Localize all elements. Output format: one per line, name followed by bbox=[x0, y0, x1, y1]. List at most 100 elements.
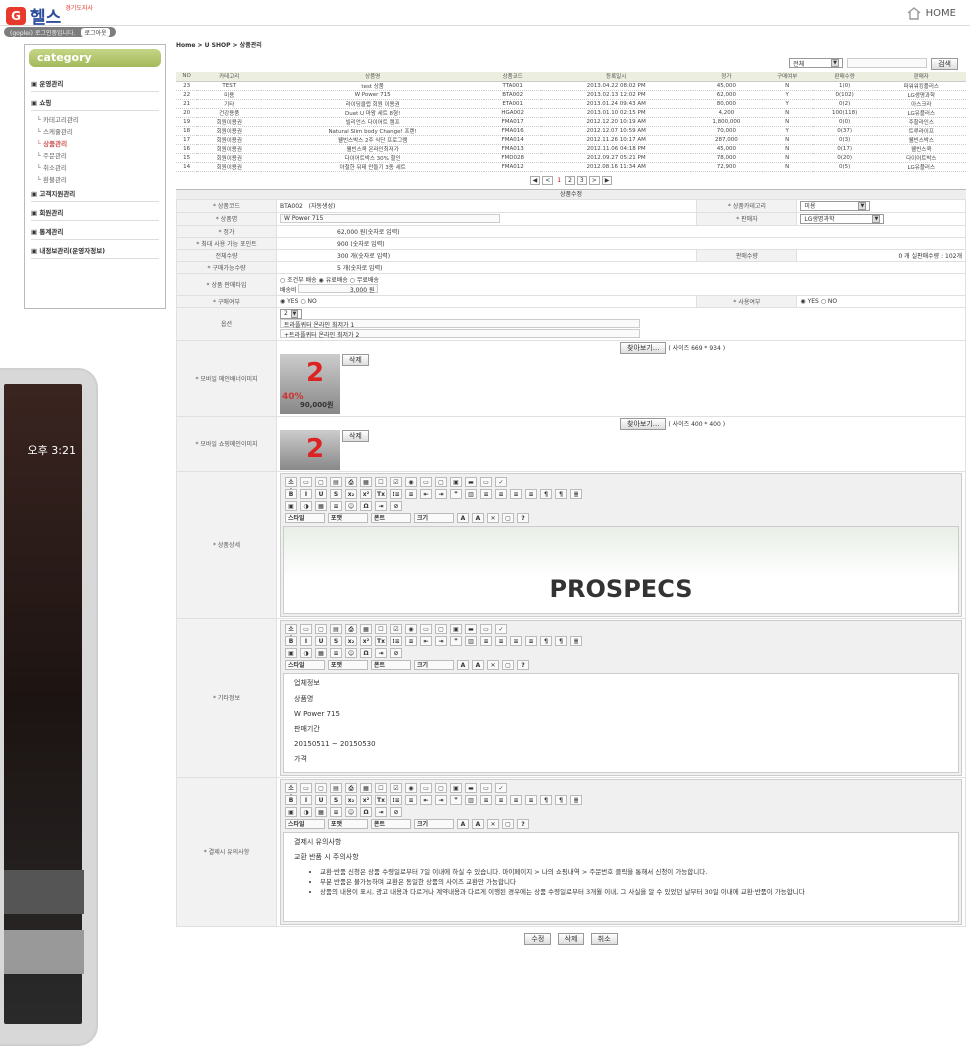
toolbar-button[interactable]: A bbox=[457, 512, 469, 523]
sidebar-group[interactable]: ▣ 내정보관리(운영자정보) bbox=[31, 242, 159, 259]
toolbar-button[interactable]: ☑ bbox=[390, 782, 402, 793]
toolbar-button[interactable]: ▢ bbox=[435, 623, 447, 634]
toolbar-button[interactable]: ≡ bbox=[330, 500, 342, 511]
toolbar-button[interactable]: B bbox=[285, 635, 297, 646]
toolbar-button[interactable]: Ω bbox=[360, 500, 372, 511]
name-input[interactable]: W Power 715 bbox=[280, 214, 500, 223]
etc-content[interactable]: 업체정보 상품명 W Power 715 판매기간 20150511 ~ 2015053… bbox=[283, 672, 959, 773]
option-input-1[interactable]: 트라플퀴터 온라인 최저가 1 bbox=[280, 318, 640, 329]
search-filter-select[interactable]: 전체 ▼ bbox=[789, 58, 844, 68]
toolbar-button[interactable]: ⇥ bbox=[375, 806, 387, 817]
toolbar-button[interactable]: ≣ bbox=[570, 488, 582, 499]
toolbar-button[interactable]: ▥ bbox=[465, 488, 477, 499]
toolbar-button[interactable]: 소스 bbox=[285, 623, 297, 642]
table-row[interactable]: 17 회원이용권 웰빈스박스 2주 식단 프로그램 FMA014 2012.11.26 … bbox=[176, 135, 966, 145]
sidebar-group[interactable]: ▣ 회원관리 bbox=[31, 204, 159, 221]
toolbar-button[interactable]: ▣ bbox=[285, 647, 297, 658]
toolbar-button[interactable]: A bbox=[472, 512, 484, 523]
toolbar-button[interactable]: 크기 bbox=[414, 512, 454, 523]
toolbar-button[interactable]: ⇥ bbox=[375, 500, 387, 511]
table-row[interactable]: 14 회원이용권 아철한 뒤태 만들기 3종 세트 FMA012 2012.08.16 … bbox=[176, 162, 966, 172]
pager-page-button[interactable]: 1 bbox=[555, 177, 563, 184]
logout-button[interactable]: 로그아웃 bbox=[81, 27, 110, 37]
delete-button[interactable]: 삭제 bbox=[557, 932, 585, 945]
toolbar-button[interactable]: ☺ bbox=[345, 500, 357, 511]
table-row[interactable]: 19 회원이용권 빌리언스 다이어트 캠프 FMA017 2012.12.20 10:1… bbox=[176, 117, 966, 127]
toolbar-button[interactable]: ▢ bbox=[502, 512, 514, 523]
detail-content[interactable]: PROSPECS bbox=[283, 525, 959, 614]
toolbar-button[interactable]: ? bbox=[517, 512, 529, 523]
toolbar-button[interactable]: ▦ bbox=[315, 647, 327, 658]
toolbar-button[interactable]: 소스 bbox=[285, 476, 297, 495]
toolbar-button[interactable]: ▦ bbox=[360, 476, 372, 487]
toolbar-button[interactable]: I bbox=[300, 488, 312, 499]
sidebar-group[interactable]: ▣ 고객지원관리 bbox=[31, 185, 159, 202]
toolbar-button[interactable]: ❞ bbox=[450, 794, 462, 805]
toolbar-button[interactable]: ☺ bbox=[345, 647, 357, 658]
toolbar-button[interactable]: x₂ bbox=[345, 794, 357, 805]
toolbar-button[interactable]: ☐ bbox=[375, 782, 387, 793]
use-options[interactable]: ◉ YES ○ NO bbox=[796, 294, 966, 308]
toolbar-button[interactable]: ▢ bbox=[315, 476, 327, 487]
toolbar-button[interactable]: A bbox=[472, 659, 484, 670]
shopimg-delete-button[interactable]: 삭제 bbox=[341, 429, 369, 442]
banner-delete-button[interactable]: 삭제 bbox=[341, 354, 369, 366]
toolbar-button[interactable]: ≡ bbox=[510, 635, 522, 646]
notice-editor[interactable]: 소스▭▢▤⎙▦☐☑◉▭▢▣▬▭✓BIUSx₂x²Tx⁝≡≡⇤⇥❞▥≡≡≡≡¶¶≣… bbox=[280, 778, 962, 925]
toolbar-button[interactable]: 스타일 bbox=[285, 659, 325, 670]
toolbar-button[interactable]: ≡ bbox=[405, 488, 417, 499]
option-count-select[interactable]: 2 ▼ bbox=[280, 308, 302, 319]
sidebar-item[interactable]: └ 스케쥴관리 bbox=[31, 125, 159, 137]
search-input[interactable] bbox=[847, 58, 928, 68]
toolbar-button[interactable]: x₂ bbox=[345, 635, 357, 646]
ship-options[interactable]: ○ 조건부 배송 ◉ 유료배송 ○ 무료배송 bbox=[280, 275, 962, 284]
toolbar-button[interactable]: ✓ bbox=[495, 476, 507, 487]
toolbar-button[interactable]: ▭ bbox=[420, 476, 432, 487]
toolbar-button[interactable]: ¶ bbox=[555, 794, 567, 805]
toolbar-button[interactable]: 폰트 bbox=[371, 818, 411, 829]
toolbar-button[interactable]: ◉ bbox=[405, 476, 417, 487]
toolbar-button[interactable]: A bbox=[472, 818, 484, 829]
toolbar-button[interactable]: ▭ bbox=[420, 623, 432, 634]
search-button[interactable]: 검색 bbox=[931, 58, 958, 70]
toolbar-button[interactable]: ⁝≡ bbox=[390, 488, 402, 499]
toolbar-button[interactable]: ≡ bbox=[525, 635, 537, 646]
toolbar-button[interactable]: ≡ bbox=[480, 488, 492, 499]
toolbar-button[interactable]: ▣ bbox=[450, 623, 462, 634]
toolbar-button[interactable]: ◉ bbox=[405, 782, 417, 793]
toolbar-button[interactable]: ▣ bbox=[285, 500, 297, 511]
toolbar-button[interactable]: ⇥ bbox=[435, 488, 447, 499]
toolbar-button[interactable]: ⎙ bbox=[345, 476, 357, 487]
toolbar-button[interactable]: 소스 bbox=[285, 782, 297, 801]
toolbar-button[interactable]: ⇤ bbox=[420, 794, 432, 805]
toolbar-button[interactable]: ⇥ bbox=[435, 794, 447, 805]
toolbar-button[interactable]: Tx bbox=[375, 635, 387, 646]
toolbar-button[interactable]: ⇤ bbox=[420, 488, 432, 499]
toolbar-button[interactable]: 크기 bbox=[414, 818, 454, 829]
toolbar-button[interactable]: ¶ bbox=[555, 635, 567, 646]
toolbar-button[interactable]: ▢ bbox=[315, 623, 327, 634]
toolbar-button[interactable]: ✓ bbox=[495, 623, 507, 634]
toolbar-button[interactable]: ▣ bbox=[450, 782, 462, 793]
toolbar-button[interactable]: ⎙ bbox=[345, 782, 357, 793]
toolbar-button[interactable]: x² bbox=[360, 488, 372, 499]
table-row[interactable]: 16 회원이용권 웰빈스쿡 온라인최저가 FMA013 2012.11.06 04:18… bbox=[176, 144, 966, 154]
toolbar-button[interactable]: 스타일 bbox=[285, 818, 325, 829]
sidebar-group[interactable]: ▣ 운영관리 bbox=[31, 75, 159, 92]
toolbar-button[interactable]: ▦ bbox=[360, 782, 372, 793]
shopimg-browse-button[interactable]: 찾아보기... bbox=[620, 417, 667, 430]
toolbar-button[interactable]: ⎙ bbox=[345, 623, 357, 634]
toolbar-button[interactable]: ▤ bbox=[330, 623, 342, 634]
toolbar-button[interactable]: ❞ bbox=[450, 635, 462, 646]
toolbar-button[interactable]: ⁝≡ bbox=[390, 635, 402, 646]
sidebar-item[interactable]: └ 카테고리관리 bbox=[31, 113, 159, 125]
toolbar-button[interactable]: ≡ bbox=[330, 647, 342, 658]
toolbar-button[interactable]: ◑ bbox=[300, 647, 312, 658]
toolbar-button[interactable]: x² bbox=[360, 635, 372, 646]
toolbar-button[interactable]: ¶ bbox=[540, 794, 552, 805]
toolbar-button[interactable]: ▭ bbox=[480, 476, 492, 487]
table-row[interactable]: 20 건강용품 Duet U 마왕 세트 8형! HGA002 2013.01.10 0… bbox=[176, 108, 966, 118]
toolbar-button[interactable]: ☐ bbox=[375, 623, 387, 634]
toolbar-button[interactable]: ▤ bbox=[330, 476, 342, 487]
toolbar-button[interactable]: S bbox=[330, 488, 342, 499]
